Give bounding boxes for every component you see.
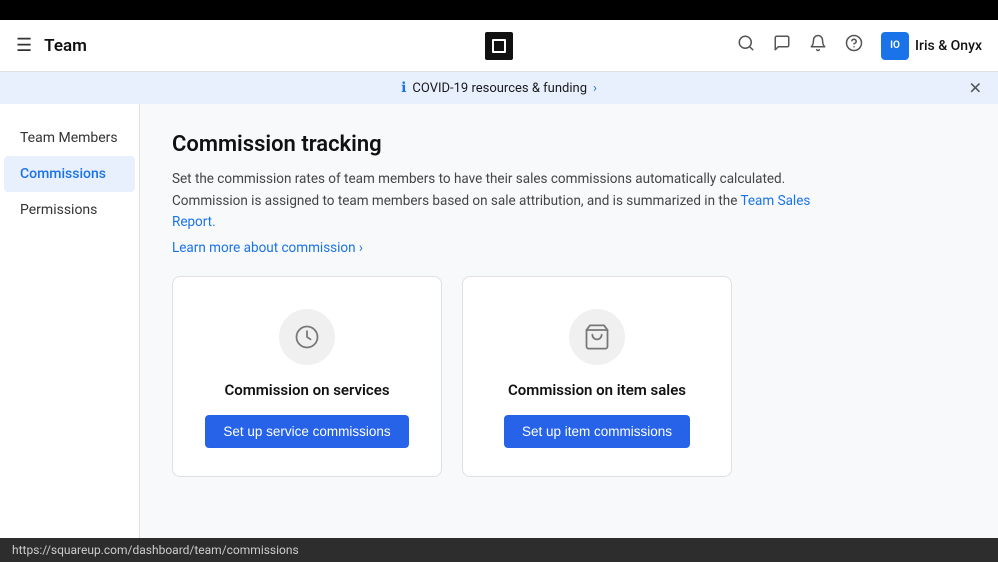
help-icon[interactable] bbox=[845, 34, 863, 57]
clock-icon bbox=[293, 323, 321, 351]
app-title: Team bbox=[44, 36, 87, 56]
services-card: Commission on services Set up service co… bbox=[172, 276, 442, 477]
square-logo-icon bbox=[485, 32, 513, 60]
sidebar-item-permissions[interactable]: Permissions bbox=[4, 192, 135, 228]
description-text: Set the commission rates of team members… bbox=[172, 171, 785, 209]
setup-service-commissions-button[interactable]: Set up service commissions bbox=[205, 415, 408, 448]
setup-item-commissions-button[interactable]: Set up item commissions bbox=[504, 415, 690, 448]
banner-text: COVID-19 resources & funding bbox=[412, 81, 587, 96]
header-logo bbox=[485, 32, 513, 60]
cards-container: Commission on services Set up service co… bbox=[172, 276, 966, 477]
banner-link[interactable]: › bbox=[593, 81, 597, 96]
status-url: https://squareup.com/dashboard/team/comm… bbox=[12, 543, 299, 557]
page-description: Set the commission rates of team members… bbox=[172, 169, 852, 234]
banner-close-icon[interactable]: ✕ bbox=[969, 79, 982, 98]
avatar: IO bbox=[881, 32, 909, 60]
banner-info-icon: ℹ bbox=[401, 80, 406, 96]
page-title: Commission tracking bbox=[172, 132, 966, 157]
learn-more-link[interactable]: Learn more about commission › bbox=[172, 240, 966, 256]
services-card-title: Commission on services bbox=[224, 381, 389, 399]
main-content: Commission tracking Set the commission r… bbox=[140, 104, 998, 538]
header-left: ☰ Team bbox=[16, 35, 499, 56]
sidebar-item-commissions[interactable]: Commissions bbox=[4, 156, 135, 192]
chat-icon[interactable] bbox=[773, 34, 791, 57]
services-icon-circle bbox=[279, 309, 335, 365]
user-badge[interactable]: IO Iris & Onyx bbox=[881, 32, 982, 60]
shopping-bag-icon bbox=[583, 323, 611, 351]
search-icon[interactable] bbox=[737, 34, 755, 57]
header: ☰ Team IO Iris & O bbox=[0, 20, 998, 72]
top-bar bbox=[0, 0, 998, 20]
header-right: IO Iris & Onyx bbox=[499, 32, 982, 60]
covid-banner: ℹ COVID-19 resources & funding › ✕ bbox=[0, 72, 998, 104]
user-name: Iris & Onyx bbox=[915, 38, 982, 54]
items-card: Commission on item sales Set up item com… bbox=[462, 276, 732, 477]
main-layout: Team Members Commissions Permissions Com… bbox=[0, 104, 998, 538]
hamburger-icon[interactable]: ☰ bbox=[16, 35, 32, 56]
items-card-title: Commission on item sales bbox=[508, 381, 686, 399]
bell-icon[interactable] bbox=[809, 34, 827, 57]
status-bar: https://squareup.com/dashboard/team/comm… bbox=[0, 538, 998, 562]
sidebar: Team Members Commissions Permissions bbox=[0, 104, 140, 538]
sidebar-item-team-members[interactable]: Team Members bbox=[4, 120, 135, 156]
square-logo-inner bbox=[492, 39, 506, 53]
items-icon-circle bbox=[569, 309, 625, 365]
